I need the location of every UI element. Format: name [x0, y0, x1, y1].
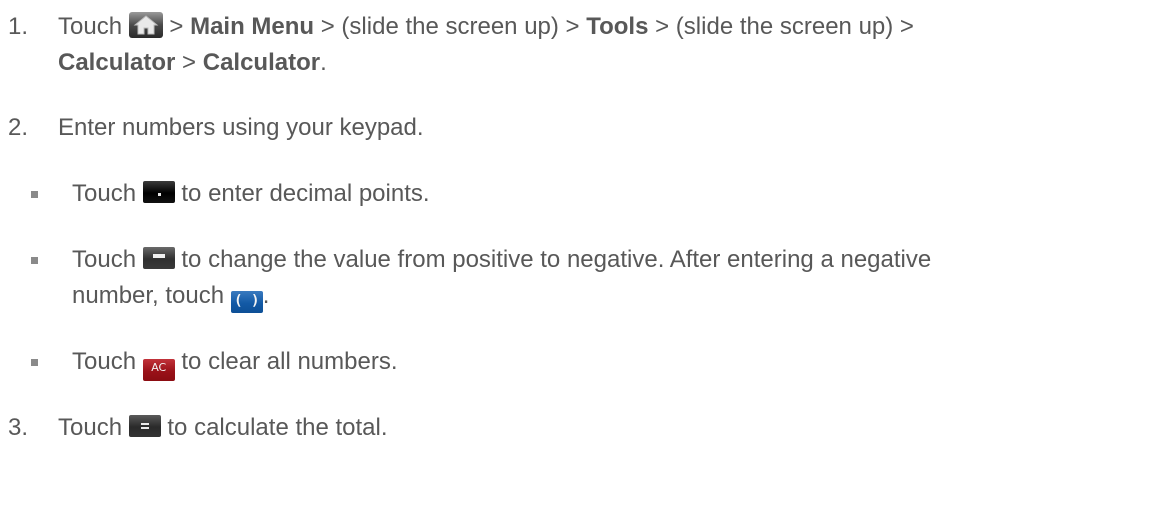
step-text: Touch	[58, 13, 123, 40]
tools-label: Tools	[586, 13, 649, 40]
bullet-marker	[31, 191, 38, 198]
step-text: Enter numbers using your keypad.	[58, 114, 424, 141]
bullet-marker	[31, 359, 38, 366]
step-number: 2.	[8, 114, 29, 141]
minus-key-icon	[142, 247, 175, 269]
home-icon	[128, 12, 163, 38]
calculator-label: Calculator	[58, 49, 176, 76]
step-text: to calculate the total.	[167, 414, 388, 441]
ac-key-icon: AC	[142, 359, 175, 381]
step-number: 1.	[8, 13, 29, 40]
decimal-key-icon	[142, 181, 175, 203]
equals-key-icon	[128, 415, 161, 437]
parentheses-key-icon: ( )	[230, 291, 263, 313]
bullet-marker	[31, 257, 38, 264]
main-menu-label: Main Menu	[190, 13, 315, 40]
calculator-label: Calculator	[202, 49, 321, 76]
step-number: 3.	[8, 414, 29, 441]
